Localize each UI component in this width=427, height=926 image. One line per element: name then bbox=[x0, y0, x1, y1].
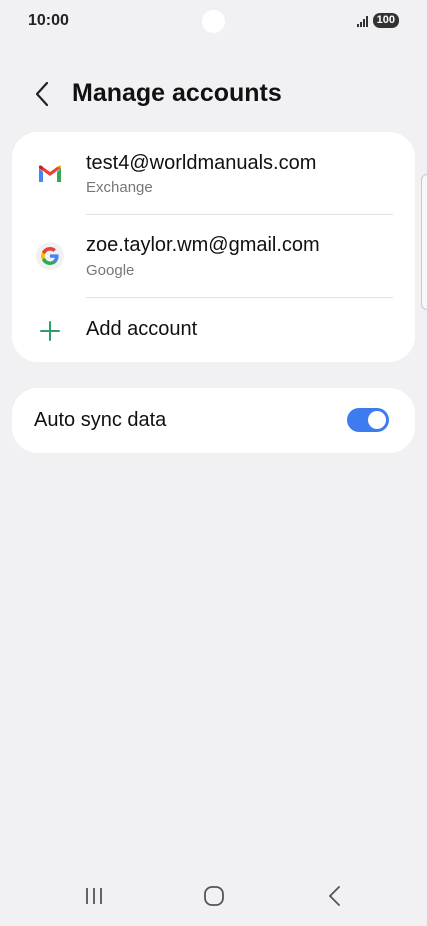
recents-button[interactable] bbox=[74, 880, 114, 912]
auto-sync-label: Auto sync data bbox=[34, 409, 167, 431]
google-icon bbox=[36, 242, 64, 270]
status-icons: 100 bbox=[356, 13, 399, 28]
chevron-left-icon bbox=[35, 81, 49, 107]
add-account-label: Add account bbox=[86, 318, 198, 340]
toggle-knob bbox=[368, 411, 386, 429]
account-email: zoe.taylor.wm@gmail.com bbox=[86, 234, 320, 256]
account-row-exchange[interactable]: test4@worldmanuals.com Exchange bbox=[12, 132, 415, 214]
home-button[interactable] bbox=[194, 880, 234, 912]
accounts-card: test4@worldmanuals.com Exchange zoe.tayl… bbox=[12, 132, 415, 362]
back-button[interactable] bbox=[26, 78, 58, 110]
recents-icon bbox=[86, 888, 102, 904]
auto-sync-row[interactable]: Auto sync data bbox=[12, 388, 415, 453]
back-nav-button[interactable] bbox=[314, 880, 354, 912]
scroll-indicator[interactable] bbox=[421, 174, 427, 310]
header: Manage accounts bbox=[0, 72, 427, 116]
battery-icon: 100 bbox=[372, 13, 399, 28]
status-time: 10:00 bbox=[28, 12, 69, 29]
status-bar: 10:00 100 bbox=[0, 0, 427, 44]
account-row-google[interactable]: zoe.taylor.wm@gmail.com Google bbox=[12, 215, 415, 297]
auto-sync-toggle[interactable] bbox=[347, 408, 389, 432]
screen: 10:00 100 Manage accounts test4@worldman… bbox=[0, 0, 427, 926]
navigation-bar bbox=[0, 870, 427, 922]
account-email: test4@worldmanuals.com bbox=[86, 152, 317, 174]
add-account-button[interactable]: Add account bbox=[12, 298, 415, 362]
back-icon bbox=[329, 886, 340, 906]
gmail-icon bbox=[36, 160, 64, 188]
plus-icon bbox=[36, 317, 64, 345]
account-type: Google bbox=[86, 262, 135, 279]
home-icon bbox=[204, 886, 224, 906]
account-type: Exchange bbox=[86, 179, 153, 196]
signal-icon bbox=[356, 15, 368, 27]
page-title: Manage accounts bbox=[72, 79, 282, 107]
camera-cutout bbox=[202, 10, 225, 33]
